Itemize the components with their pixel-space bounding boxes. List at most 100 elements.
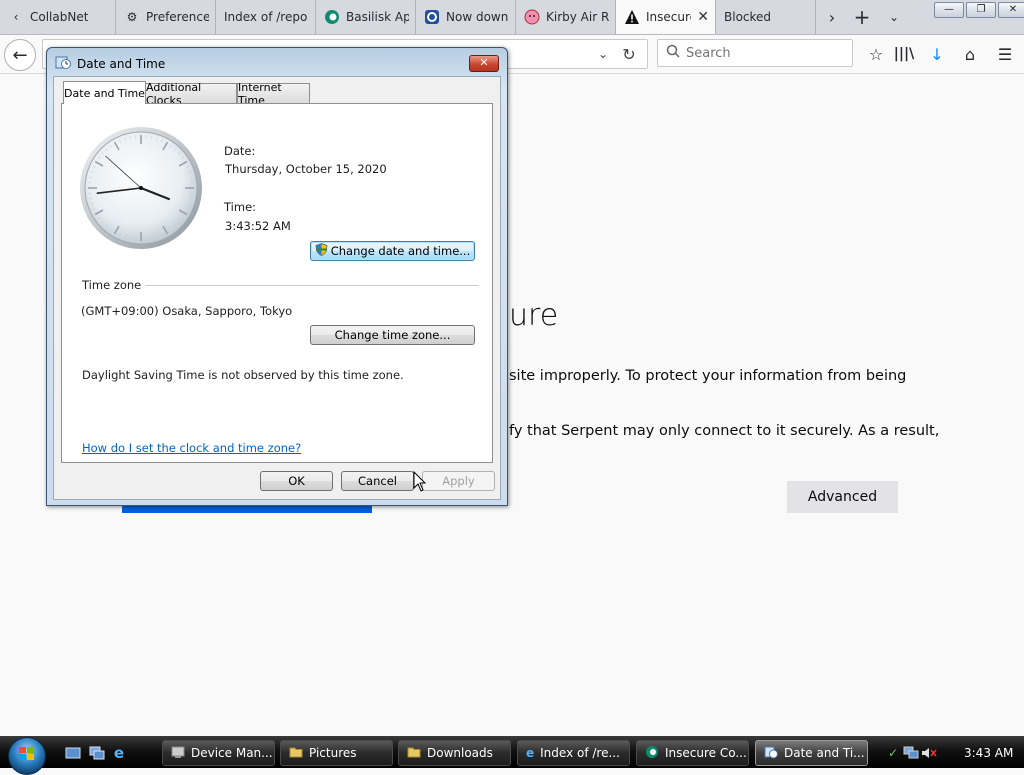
switch-windows-icon[interactable] — [88, 745, 106, 761]
serpent-icon — [645, 745, 659, 762]
minimize-icon[interactable]: — — [934, 2, 964, 18]
dialog-body: Date and Time Additional Clocks Internet… — [53, 76, 501, 500]
taskbar-item-label: Downloads — [427, 746, 493, 760]
window-controls: — ❐ ✕ — [934, 2, 1024, 18]
new-tab-plus-icon[interactable]: + — [848, 0, 876, 34]
taskbar-item-label: Index of /re... — [540, 746, 620, 760]
chevron-left-icon: ‹ — [8, 9, 24, 25]
gear-icon: ⚙ — [124, 9, 140, 25]
chevron-right-icon[interactable]: › — [818, 0, 846, 34]
change-time-zone-button[interactable]: Change time zone... — [310, 325, 475, 345]
basilisk-icon — [324, 9, 340, 25]
network-icon[interactable] — [902, 745, 920, 761]
date-label: Date: — [224, 144, 255, 158]
date-time-dialog: Date and Time ✕ Date and Time Additional… — [46, 47, 508, 506]
clock-center — [139, 186, 143, 190]
start-button[interactable] — [8, 737, 46, 775]
cancel-button[interactable]: Cancel — [341, 471, 414, 491]
taskbar-item-label: Date and Ti... — [784, 746, 865, 760]
analog-clock — [78, 125, 204, 251]
menu-icon[interactable]: ☰ — [994, 43, 1016, 65]
tab-preferences[interactable]: ⚙ Preferences — [116, 0, 216, 34]
folder-icon — [289, 746, 303, 761]
library-icon[interactable]: |||\ — [893, 43, 915, 65]
taskbar-clock[interactable]: 3:43 AM — [964, 746, 1013, 760]
time-label: Time: — [224, 200, 256, 214]
restore-icon[interactable]: ❐ — [966, 2, 996, 18]
chevron-down-icon[interactable]: ⌄ — [591, 40, 615, 68]
show-desktop-icon[interactable] — [64, 745, 82, 761]
tab-date-and-time[interactable]: Date and Time — [63, 81, 146, 104]
tab-label: Kirby Air R — [546, 10, 609, 24]
volume-muted-icon[interactable] — [920, 745, 938, 761]
tab-collabnet[interactable]: ‹ CollabNet — [0, 0, 116, 34]
uac-shield-icon — [315, 243, 328, 259]
timezone-value: (GMT+09:00) Osaka, Sapporo, Tokyo — [81, 304, 292, 318]
tab-label: CollabNet — [30, 10, 88, 24]
chevron-down-icon[interactable]: ⌄ — [880, 0, 908, 34]
circle-icon — [424, 9, 440, 25]
tab-index-repo[interactable]: Index of /repo — [216, 0, 316, 34]
window-close-icon[interactable]: ✕ — [998, 2, 1024, 18]
search-input[interactable]: Search — [657, 39, 853, 67]
tab-strip: ‹ CollabNet ⚙ Preferences Index of /repo… — [0, 0, 1024, 35]
taskbar-item-downloads[interactable]: Downloads — [398, 740, 511, 766]
windows-logo-icon — [18, 746, 36, 766]
ok-button[interactable]: OK — [260, 471, 333, 491]
timezone-heading: Time zone — [82, 278, 141, 292]
internet-explorer-icon[interactable]: e — [110, 745, 128, 761]
dialog-close-button[interactable]: ✕ — [469, 55, 499, 72]
page-title: ure — [509, 298, 558, 333]
kirby-icon — [524, 9, 540, 25]
tab-kirby[interactable]: Kirby Air R — [516, 0, 616, 34]
taskbar-item-label: Pictures — [309, 746, 357, 760]
mouse-cursor-icon — [413, 471, 427, 493]
change-date-time-label: Change date and time... — [331, 244, 471, 258]
folder-icon — [407, 746, 421, 761]
ie-icon: e — [526, 746, 534, 760]
safely-remove-icon[interactable]: ✓ — [884, 745, 902, 761]
clock-icon — [764, 745, 778, 762]
taskbar-item-index-of-repo[interactable]: e Index of /re... — [517, 740, 630, 766]
go-back-button[interactable] — [122, 505, 372, 513]
apply-button[interactable]: Apply — [422, 471, 495, 491]
taskbar-item-label: Device Man... — [191, 746, 273, 760]
home-icon[interactable]: ⌂ — [959, 43, 981, 65]
error-description-line: site improperly. To protect your informa… — [509, 368, 906, 384]
time-value: 3:43:52 AM — [225, 219, 291, 233]
warning-icon — [624, 9, 640, 25]
back-arrow-icon[interactable]: ← — [4, 39, 36, 71]
tab-label: Index of /repo — [224, 10, 307, 24]
tab-label: Blocked — [724, 10, 771, 24]
taskbar-item-pictures[interactable]: Pictures — [280, 740, 393, 766]
tab-additional-clocks[interactable]: Additional Clocks — [145, 83, 237, 103]
dialog-title: Date and Time — [77, 57, 165, 71]
tab-internet-time[interactable]: Internet Time — [237, 83, 310, 103]
taskbar-item-label: Insecure Co... — [665, 746, 747, 760]
tab-label: Insecure — [646, 10, 691, 24]
taskbar: e Device Man... Pictures Downloads e Ind… — [0, 736, 1024, 768]
download-arrow-icon[interactable]: ↓ — [926, 43, 948, 65]
tab-basilisk[interactable]: Basilisk Ap — [316, 0, 416, 34]
change-date-time-button[interactable]: Change date and time... — [310, 241, 475, 261]
help-link[interactable]: How do I set the clock and time zone? — [82, 441, 301, 455]
reload-icon[interactable]: ↻ — [617, 40, 641, 68]
error-description-line: fy that Serpent may only connect to it s… — [509, 423, 939, 439]
close-icon[interactable]: ✕ — [697, 9, 709, 25]
timezone-divider — [146, 285, 478, 286]
date-value: Thursday, October 15, 2020 — [225, 162, 387, 176]
tab-insecure[interactable]: Insecure ✕ — [616, 0, 716, 34]
taskbar-item-date-and-time[interactable]: Date and Ti... — [755, 740, 868, 766]
taskbar-item-insecure-connection[interactable]: Insecure Co... — [636, 740, 749, 766]
tab-now-down[interactable]: Now down — [416, 0, 516, 34]
date-time-tab-panel: Date: Thursday, October 15, 2020 Time: 3… — [61, 103, 493, 463]
advanced-button[interactable]: Advanced — [787, 481, 898, 513]
search-icon — [666, 44, 680, 62]
bookmark-star-icon[interactable]: ☆ — [865, 43, 887, 65]
dst-note: Daylight Saving Time is not observed by … — [82, 368, 404, 382]
tab-label: Preferences — [146, 10, 209, 24]
search-placeholder: Search — [686, 46, 731, 61]
taskbar-item-device-manager[interactable]: Device Man... — [162, 740, 275, 766]
dialog-titlebar[interactable]: Date and Time — [55, 54, 165, 73]
tab-blocked[interactable]: Blocked — [716, 0, 816, 34]
